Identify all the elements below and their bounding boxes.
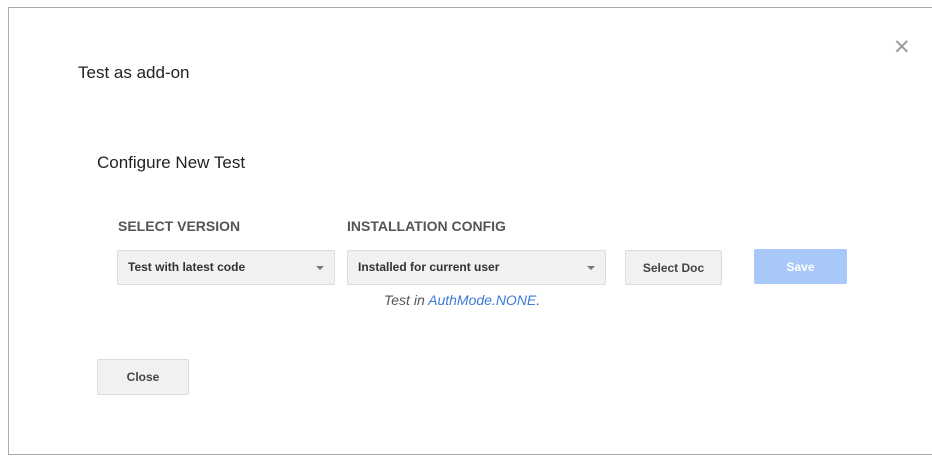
auth-mode-prefix: Test in <box>384 292 429 308</box>
auth-mode-link[interactable]: AuthMode.NONE <box>428 292 536 308</box>
select-doc-button[interactable]: Select Doc <box>625 250 722 285</box>
installation-config-label: INSTALLATION CONFIG <box>347 218 506 234</box>
select-version-label: SELECT VERSION <box>118 218 241 234</box>
select-version-dropdown[interactable]: Test with latest code <box>117 250 335 285</box>
chevron-down-icon <box>316 266 324 270</box>
close-button[interactable]: Close <box>97 359 189 395</box>
save-button[interactable]: Save <box>754 249 847 284</box>
select-version-value: Test with latest code <box>128 260 246 274</box>
installation-config-dropdown[interactable]: Installed for current user <box>347 250 606 285</box>
close-icon[interactable]: ✕ <box>893 37 911 58</box>
section-title: Configure New Test <box>97 153 246 172</box>
installation-config-value: Installed for current user <box>358 260 500 274</box>
dialog-title: Test as add-on <box>78 63 190 82</box>
auth-mode-suffix: . <box>536 292 541 308</box>
auth-mode-note: Test in AuthMode.NONE. <box>384 292 540 308</box>
chevron-down-icon <box>587 266 595 270</box>
